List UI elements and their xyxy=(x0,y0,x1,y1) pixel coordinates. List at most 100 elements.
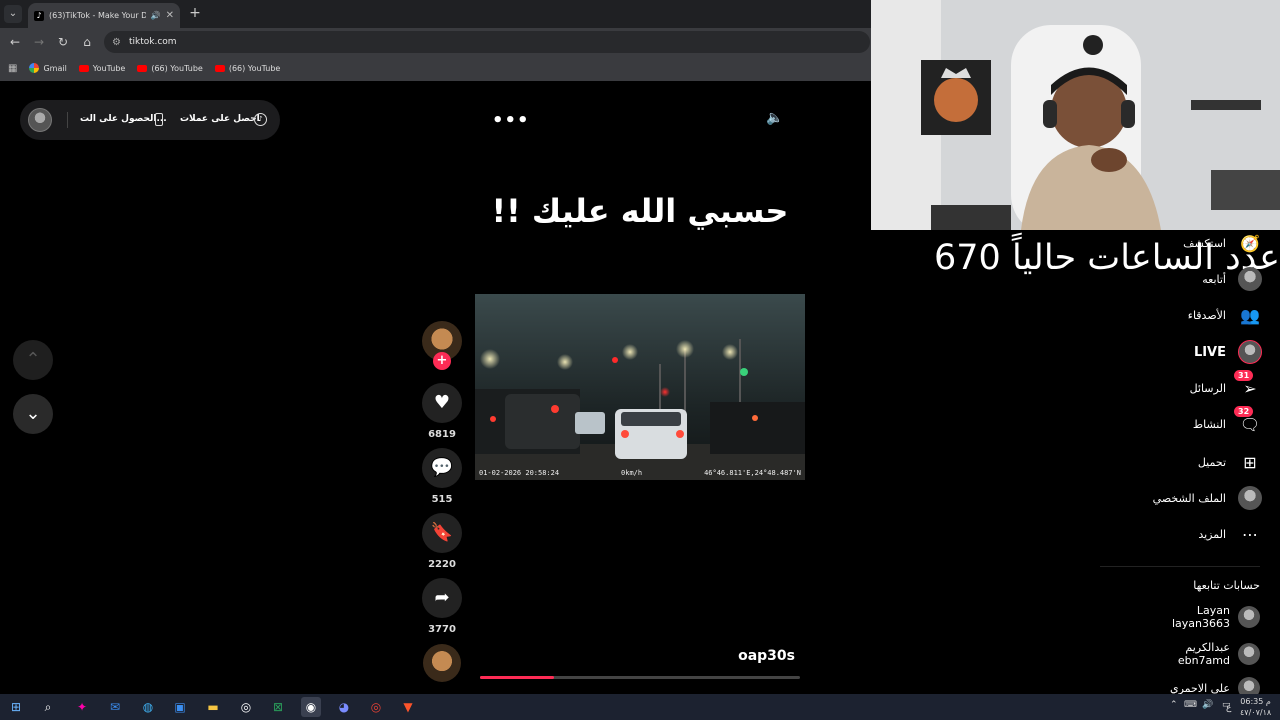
clock-date: ٤٧/٠٧/١٨ xyxy=(1240,708,1272,717)
back-arrow-icon[interactable]: ← xyxy=(6,33,24,51)
reload-icon[interactable]: ↻ xyxy=(54,33,72,51)
account-name: عبدالكريم xyxy=(1185,641,1230,654)
chrome-icon[interactable]: ◎ xyxy=(366,697,386,717)
more-options-icon[interactable]: ••• xyxy=(492,110,530,131)
speaker-icon[interactable]: 🔊 xyxy=(1202,700,1213,710)
following-avatar xyxy=(1238,267,1262,291)
google-icon xyxy=(29,63,40,73)
video-progress-fill xyxy=(480,676,554,679)
bookmarks-bar: ▦ Gmail YouTube (66) YouTube (66) YouTub… xyxy=(0,55,872,81)
more-dots-icon: ⋯ xyxy=(1242,524,1258,544)
apps-grid-icon[interactable]: ▦ xyxy=(8,63,17,74)
discord-icon[interactable]: ◕ xyxy=(334,697,354,717)
mail-icon[interactable]: ✉ xyxy=(105,697,125,717)
previous-video-chevron-up-icon[interactable]: ⌃ xyxy=(13,340,53,380)
profile-avatar xyxy=(1238,486,1262,510)
brave-icon[interactable]: ▼ xyxy=(398,697,418,717)
sidebar-item-live[interactable]: LIVE xyxy=(1194,337,1262,367)
sidebar-item-friends[interactable]: 👥 الأصدقاء xyxy=(1188,300,1262,330)
avatar xyxy=(1238,340,1262,364)
copilot-icon[interactable]: ✦ xyxy=(72,697,92,717)
store-icon[interactable]: ▣ xyxy=(170,697,190,717)
like-heart-icon[interactable]: ♥ xyxy=(422,383,462,423)
network-icon[interactable]: ⌨ xyxy=(1184,700,1197,710)
sidebar-item-label: استكشف xyxy=(1183,236,1226,250)
divider xyxy=(67,112,68,128)
video-author-username[interactable]: oap30s xyxy=(700,648,795,664)
bookmark-icon[interactable]: 🔖 xyxy=(422,513,462,553)
like-count: 6819 xyxy=(428,429,456,440)
sidebar-item-upload[interactable]: ⊞ تحميل xyxy=(1198,447,1262,477)
search-icon[interactable]: ⌕ xyxy=(38,697,58,717)
bookmark-gmail[interactable]: Gmail xyxy=(29,63,67,73)
taskbar-clock[interactable]: 06:35 م ٤٧/٠٧/١٨ xyxy=(1240,696,1271,718)
overlay-speed: 0km/h xyxy=(621,469,643,477)
site-info-icon[interactable]: ⚙ xyxy=(112,37,121,48)
youtube-icon xyxy=(137,64,148,72)
bookmark-youtube-2[interactable]: (66) YouTube xyxy=(137,64,203,73)
excel-icon[interactable]: ⊠ xyxy=(268,697,288,717)
browser-nav-bar: ← → ↻ ⌂ ⚙ tiktok.com xyxy=(0,28,872,55)
youtube-icon xyxy=(214,64,225,72)
sidebar-item-label: المزيد xyxy=(1198,527,1226,541)
bookmark-label: (66) YouTube xyxy=(228,63,281,73)
webcam-feed xyxy=(871,0,1280,230)
bookmark-youtube-3[interactable]: (66) YouTube xyxy=(214,63,281,73)
account-handle: layan3663 xyxy=(1171,617,1230,630)
file-explorer-icon[interactable]: ▬ xyxy=(203,697,223,717)
sidebar-item-profile[interactable]: الملف الشخصي xyxy=(1153,483,1262,513)
avatar xyxy=(1238,486,1262,510)
upload-plus-icon: ⊞ xyxy=(1243,452,1257,472)
video-player[interactable]: 01-02-2026 20:58:24 0km/h 46°46.811'E,24… xyxy=(475,294,805,480)
get-coins-link[interactable]: احصل على عملات xyxy=(180,114,260,124)
get-app-link[interactable]: الحصول على الت... xyxy=(80,114,167,124)
forward-arrow-icon[interactable]: → xyxy=(30,33,48,51)
browser-tab[interactable]: ♪ (63)TikTok - Make Your Day 🔊 ✕ xyxy=(28,3,180,28)
sidebar-item-messages[interactable]: ➢ 31 الرسائل xyxy=(1190,370,1262,403)
account-handle: ebn7amd xyxy=(1177,654,1230,667)
tab-search-chevron-icon[interactable]: ⌄ xyxy=(4,5,22,23)
video-progress-bar[interactable] xyxy=(480,676,800,679)
input-language[interactable]: ع xyxy=(1226,703,1231,713)
tab-audio-icon[interactable]: 🔊 xyxy=(151,11,161,20)
music-disc-avatar[interactable] xyxy=(423,644,461,682)
sidebar-item-activity[interactable]: 🗨 32 النشاط xyxy=(1193,406,1262,439)
live-avatar xyxy=(1238,340,1262,364)
tab-close-icon[interactable]: ✕ xyxy=(166,10,174,21)
windows-start-icon[interactable]: ⊞ xyxy=(6,697,26,717)
messages-badge: 31 xyxy=(1234,370,1254,381)
sidebar-item-label: LIVE xyxy=(1193,344,1226,360)
bookmark-youtube[interactable]: YouTube xyxy=(78,64,125,73)
avatar[interactable] xyxy=(28,108,52,132)
followed-account[interactable]: عبدالكريم ebn7amd xyxy=(1178,641,1260,667)
volume-icon[interactable]: 🔈 xyxy=(766,110,783,126)
compass-icon: 🧭 xyxy=(1240,233,1260,253)
followed-account[interactable]: Layan layan3663 xyxy=(1172,604,1260,630)
address-bar[interactable]: ⚙ tiktok.com xyxy=(104,31,870,53)
dashcam-overlay: 01-02-2026 20:58:24 0km/h 46°46.811'E,24… xyxy=(475,466,805,480)
sidebar-item-following[interactable]: أتابعه xyxy=(1202,264,1262,294)
share-arrow-icon[interactable]: ➦ xyxy=(422,578,462,618)
divider xyxy=(1100,566,1260,567)
phone-icon xyxy=(155,113,163,126)
sidebar-item-explore[interactable]: 🧭 استكشف xyxy=(1183,228,1262,258)
follow-plus-icon[interactable]: + xyxy=(433,352,451,370)
tray-chevron-up-icon[interactable]: ⌃ xyxy=(1170,700,1178,710)
dashcam-scene xyxy=(475,294,805,480)
capture-app-icon[interactable]: ◉ xyxy=(301,697,321,717)
video-caption: حسبي الله عليك !! xyxy=(491,192,789,230)
youtube-icon xyxy=(78,64,89,72)
overlay-date: 01-02-2026 20:58:24 xyxy=(479,469,560,477)
new-tab-button[interactable]: + xyxy=(186,4,204,22)
inbox-icon: 🗨 32 xyxy=(1234,406,1262,436)
share-count: 3770 xyxy=(428,624,456,635)
next-video-chevron-down-icon[interactable]: ⌄ xyxy=(13,394,53,434)
home-icon[interactable]: ⌂ xyxy=(78,33,96,51)
obs-icon[interactable]: ◎ xyxy=(236,697,256,717)
following-accounts-title: حسابات تتابعها xyxy=(1193,579,1260,592)
comment-count: 515 xyxy=(431,494,453,505)
edge-icon[interactable]: ◍ xyxy=(138,697,158,717)
url-text: tiktok.com xyxy=(128,37,177,47)
sidebar-item-more[interactable]: ⋯ المزيد xyxy=(1198,519,1262,549)
comment-icon[interactable]: 💬 xyxy=(422,448,462,488)
